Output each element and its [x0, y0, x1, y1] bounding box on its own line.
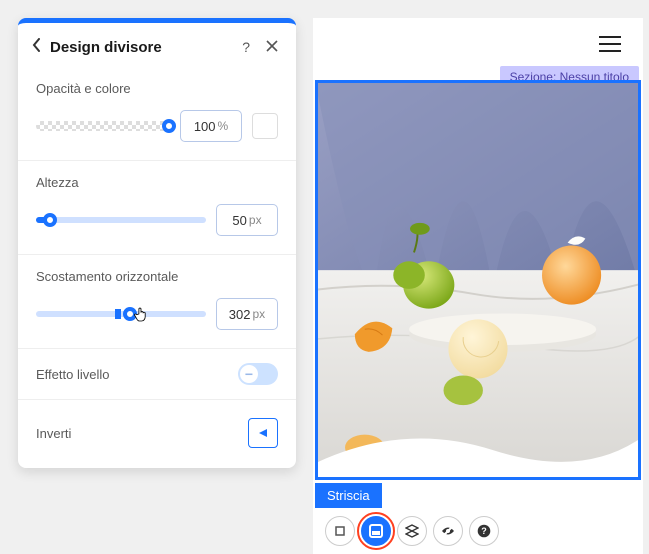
layer-effect-row: Effetto livello − — [18, 349, 296, 400]
help-icon[interactable]: ? — [238, 37, 254, 57]
tool-divider[interactable] — [361, 516, 391, 546]
panel-title: Design divisore — [50, 39, 230, 56]
divider-wave — [318, 422, 638, 477]
preview-image — [318, 83, 638, 477]
height-input[interactable]: 50 px — [216, 204, 278, 236]
height-row: Altezza 50 px — [18, 161, 296, 255]
offset-input[interactable]: 302 px — [216, 298, 278, 330]
layer-effect-toggle[interactable]: − — [238, 363, 278, 385]
opacity-label: Opacità e colore — [36, 81, 278, 96]
opacity-slider[interactable] — [36, 121, 170, 131]
opacity-input[interactable]: 100 % — [180, 110, 242, 142]
height-label: Altezza — [36, 175, 278, 190]
color-swatch[interactable] — [252, 113, 278, 139]
invert-button[interactable] — [248, 418, 278, 448]
divider-design-panel: Design divisore ? Opacità e colore 100 %… — [18, 18, 296, 468]
tool-layers[interactable] — [397, 516, 427, 546]
section-canvas[interactable] — [315, 80, 641, 480]
toggle-knob: − — [240, 365, 258, 383]
height-thumb[interactable] — [43, 213, 57, 227]
tool-stop[interactable] — [325, 516, 355, 546]
offset-label: Scostamento orizzontale — [36, 269, 278, 284]
offset-row: Scostamento orizzontale 302 px — [18, 255, 296, 349]
svg-text:?: ? — [481, 526, 487, 536]
offset-slider[interactable] — [36, 311, 206, 317]
opacity-row: Opacità e colore 100 % — [18, 67, 296, 161]
invert-label: Inverti — [36, 426, 71, 441]
offset-thumb[interactable] — [123, 307, 137, 321]
opacity-thumb[interactable] — [162, 119, 176, 133]
tool-hide[interactable] — [433, 516, 463, 546]
menu-icon[interactable] — [599, 36, 621, 52]
preview-pane: Sezione: Nessun titolo — [313, 18, 643, 554]
panel-header: Design divisore ? — [18, 23, 296, 67]
strip-label: Striscia — [315, 483, 382, 508]
invert-row: Inverti — [18, 400, 296, 466]
tool-help[interactable]: ? — [469, 516, 499, 546]
close-icon[interactable] — [262, 37, 282, 57]
height-slider[interactable] — [36, 217, 206, 223]
element-toolbar: ? — [325, 516, 499, 546]
back-icon[interactable] — [32, 38, 42, 57]
layer-effect-label: Effetto livello — [36, 367, 109, 382]
